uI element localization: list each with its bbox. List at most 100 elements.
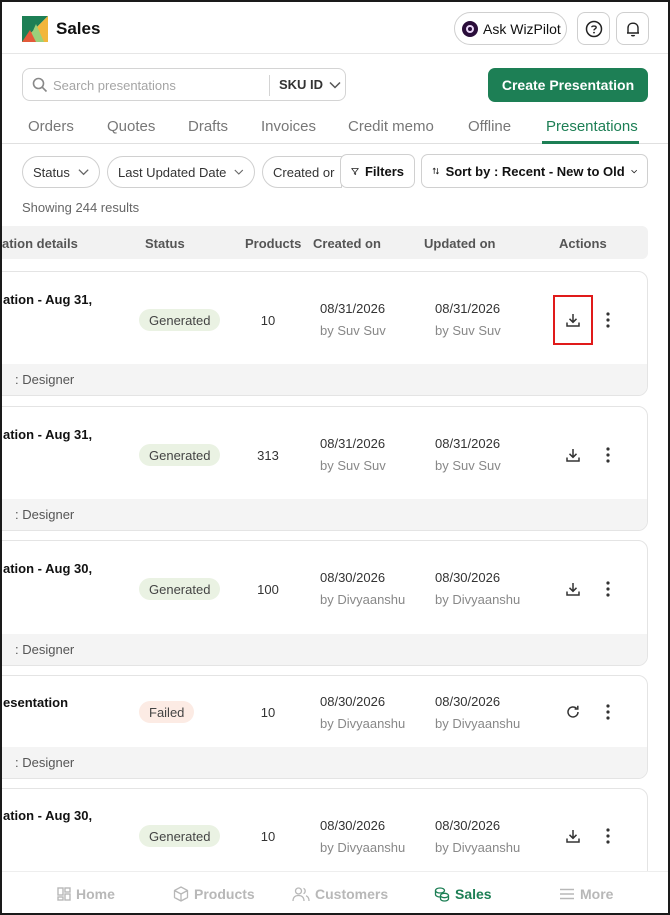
more-options-button[interactable] [598, 826, 618, 846]
bell-icon [626, 22, 639, 36]
created-date: 08/30/2026 [320, 818, 386, 833]
table-row[interactable]: ation - Aug 30, Generated 100 08/30/2026… [2, 540, 648, 666]
bottom-navigation: Home Products Customers Sales More [2, 871, 668, 913]
table-row[interactable]: ation - Aug 31, Generated 10 08/31/2026 … [2, 271, 648, 396]
tab-quotes[interactable]: Quotes [107, 118, 155, 135]
box-icon [173, 886, 189, 902]
users-icon [292, 887, 310, 902]
chevron-down-icon [630, 169, 637, 173]
row-footer: : Designer [2, 499, 647, 530]
notifications-button[interactable] [616, 12, 649, 45]
nav-products-label: Products [194, 886, 255, 902]
nav-products[interactable]: Products [173, 886, 255, 902]
more-options-button[interactable] [598, 445, 618, 465]
status-filter-label: Status [33, 164, 70, 180]
status-badge: Failed [139, 701, 195, 723]
tab-invoices[interactable]: Invoices [261, 118, 316, 135]
coins-icon [434, 887, 450, 902]
nav-home-label: Home [76, 886, 115, 902]
product-count: 10 [260, 313, 276, 328]
ask-wizpilot-button[interactable]: Ask WizPilot [454, 12, 567, 45]
results-count: Showing 244 results [22, 200, 140, 215]
sku-id-select[interactable]: SKU ID [279, 77, 341, 92]
col-actions: Actions [559, 236, 607, 251]
app-logo-icon [22, 16, 48, 42]
filters-label: Filters [364, 163, 404, 179]
filter-icon [351, 167, 359, 175]
nav-sales-label: Sales [455, 886, 492, 902]
chevron-down-icon [78, 169, 89, 176]
updated-by: by Divyaanshu [435, 840, 521, 855]
nav-more-label: More [580, 886, 614, 902]
tab-presentations[interactable]: Presentations [546, 118, 638, 135]
more-options-button[interactable] [598, 579, 618, 599]
col-presentation-details: ation details [2, 236, 78, 251]
retry-button[interactable] [563, 702, 583, 722]
tab-orders[interactable]: Orders [28, 118, 74, 135]
col-created-on: Created on [313, 236, 381, 251]
help-circle-icon [585, 20, 602, 37]
nav-sales[interactable]: Sales [434, 886, 492, 902]
created-by: by Divyaanshu [320, 716, 406, 731]
download-icon [566, 449, 580, 462]
refresh-icon [567, 705, 579, 718]
download-button[interactable] [563, 826, 583, 846]
sort-select[interactable]: Sort by : Recent - New to Old [421, 154, 648, 188]
filters-button[interactable]: Filters [340, 154, 415, 188]
tab-drafts[interactable]: Drafts [188, 118, 228, 135]
more-vertical-icon [606, 581, 610, 597]
updated-date: 08/30/2026 [435, 694, 501, 709]
presentation-name[interactable]: ation - Aug 30, [3, 561, 92, 576]
last-updated-filter[interactable]: Last Updated Date [107, 156, 255, 188]
download-icon [566, 583, 580, 596]
nav-home[interactable]: Home [57, 886, 115, 902]
create-presentation-button[interactable]: Create Presentation [488, 68, 648, 102]
product-count: 313 [257, 448, 279, 463]
updated-date: 08/31/2026 [435, 436, 501, 451]
updated-by: by Suv Suv [435, 458, 501, 473]
status-filter[interactable]: Status [22, 156, 100, 188]
wizpilot-icon [462, 20, 478, 37]
created-by: by Suv Suv [320, 323, 386, 338]
sort-arrows-icon [432, 167, 439, 175]
download-button[interactable] [563, 445, 583, 465]
col-products: Products [245, 236, 302, 251]
tab-credit-memo[interactable]: Credit memo [348, 118, 434, 135]
row-footer: : Designer [2, 747, 647, 778]
search-input[interactable] [53, 75, 263, 95]
menu-icon [560, 888, 574, 900]
presentation-name[interactable]: ation - Aug 30, [3, 808, 92, 823]
more-options-button[interactable] [598, 310, 618, 330]
nav-customers[interactable]: Customers [292, 886, 388, 902]
help-button[interactable] [577, 12, 610, 45]
home-grid-icon [57, 887, 71, 901]
col-updated-on: Updated on [424, 236, 496, 251]
updated-by: by Divyaanshu [435, 716, 521, 731]
download-icon [566, 314, 580, 327]
designer-label: : Designer [15, 372, 75, 387]
presentation-name[interactable]: ation - Aug 31, [3, 292, 92, 307]
active-tab-indicator [542, 141, 639, 144]
status-badge: Generated [139, 825, 221, 847]
created-date: 08/31/2026 [320, 436, 386, 451]
row-footer: : Designer [2, 364, 647, 395]
app-title: Sales [56, 19, 101, 38]
presentation-name[interactable]: ation - Aug 31, [3, 427, 92, 442]
created-on-filter[interactable]: Created or [262, 156, 342, 188]
presentation-name[interactable]: esentation [3, 695, 68, 710]
download-button[interactable] [563, 579, 583, 599]
tab-offline[interactable]: Offline [468, 118, 511, 135]
table-row[interactable]: ation - Aug 31, Generated 313 08/31/2026… [2, 406, 648, 531]
designer-label: : Designer [15, 507, 75, 522]
product-count: 10 [260, 705, 276, 720]
nav-customers-label: Customers [315, 886, 389, 902]
product-count: 100 [257, 582, 279, 597]
product-count: 10 [260, 829, 276, 844]
last-updated-filter-label: Last Updated Date [118, 164, 227, 180]
more-options-button[interactable] [598, 702, 618, 722]
chevron-down-icon [329, 81, 341, 89]
nav-more[interactable]: More [559, 886, 613, 902]
designer-label: : Designer [15, 755, 75, 770]
download-button[interactable] [563, 310, 583, 330]
table-row[interactable]: esentation Failed 10 08/30/2026 by Divya… [2, 675, 648, 779]
